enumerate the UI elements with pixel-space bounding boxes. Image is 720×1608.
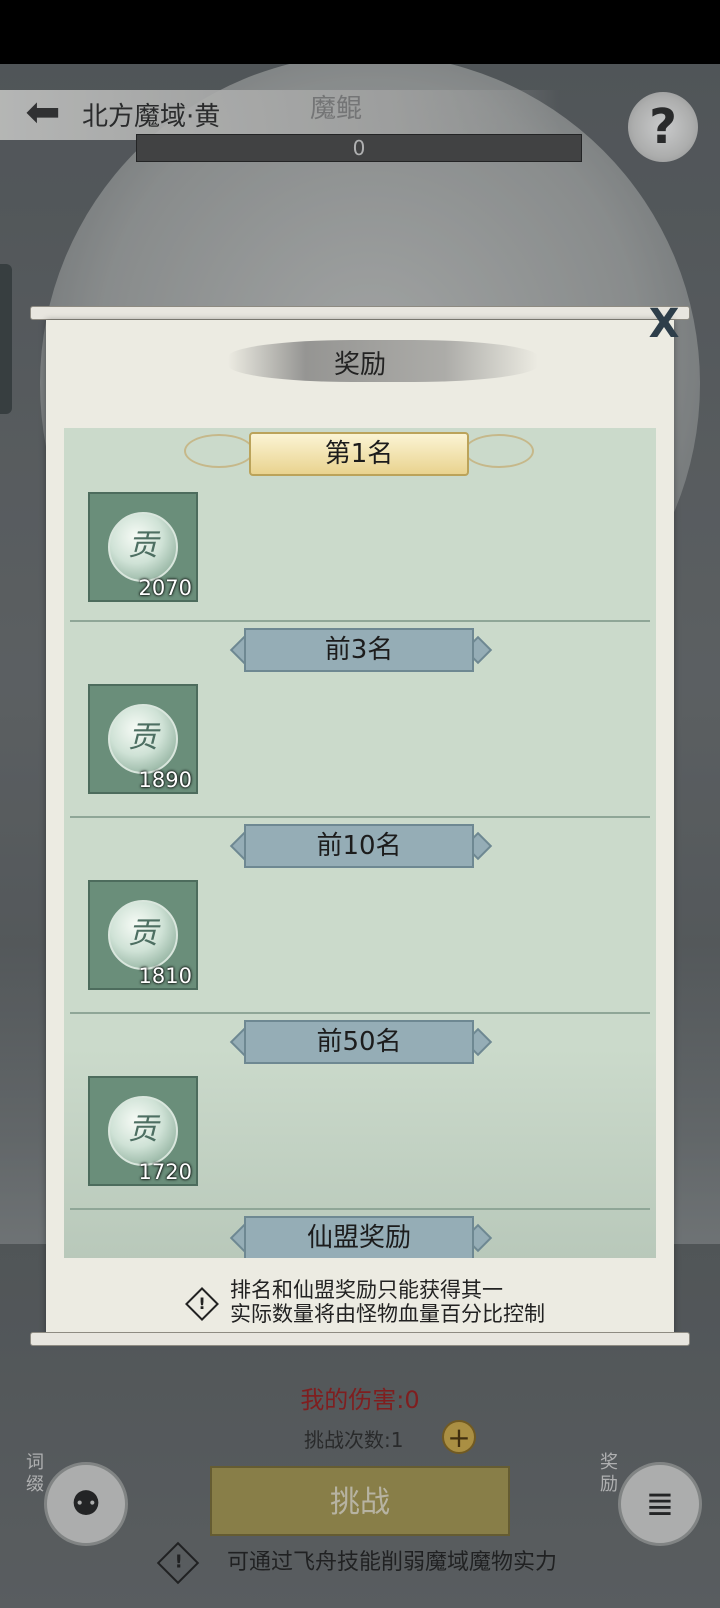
scroll-rod-top xyxy=(30,306,690,320)
reward-item[interactable]: 贡 1890 xyxy=(88,684,198,794)
status-bar xyxy=(0,0,720,64)
item-quantity: 1890 xyxy=(138,768,192,792)
item-quantity: 2070 xyxy=(138,576,192,600)
tier-header: 前50名 xyxy=(244,1020,474,1064)
reward-item[interactable]: 贡 1810 xyxy=(88,880,198,990)
tier-header: 前3名 xyxy=(244,628,474,672)
contribution-coin-icon: 贡 xyxy=(108,704,178,774)
tier-header: 第1名 xyxy=(249,432,469,476)
reward-item[interactable]: 贡 2070 xyxy=(88,492,198,602)
reward-list[interactable]: 第1名 贡 2070 前3名 贡 1890 前10名 贡 1810 前50名 贡 xyxy=(64,428,656,1258)
ornament-wing-left xyxy=(184,434,254,468)
ornament-wing-right xyxy=(464,434,534,468)
tier-header: 前10名 xyxy=(244,824,474,868)
item-quantity: 1720 xyxy=(138,1160,192,1184)
reward-item[interactable]: 贡 1720 xyxy=(88,1076,198,1186)
close-icon[interactable]: X xyxy=(642,302,686,346)
divider xyxy=(70,620,650,622)
contribution-coin-icon: 贡 xyxy=(108,900,178,970)
contribution-coin-icon: 贡 xyxy=(108,1096,178,1166)
scroll-rod-bottom xyxy=(30,1332,690,1346)
note-line-1: 排名和仙盟奖励只能获得其一 xyxy=(230,1278,503,1302)
divider xyxy=(70,1208,650,1210)
contribution-coin-icon: 贡 xyxy=(108,512,178,582)
divider xyxy=(70,816,650,818)
tier-header: 仙盟奖励 xyxy=(244,1216,474,1258)
item-quantity: 1810 xyxy=(138,964,192,988)
note-line-2: 实际数量将由怪物血量百分比控制 xyxy=(230,1302,545,1326)
modal-title: 奖励 xyxy=(333,350,386,380)
divider xyxy=(70,1012,650,1014)
reward-note: 排名和仙盟奖励只能获得其一 实际数量将由怪物血量百分比控制 xyxy=(230,1278,545,1326)
